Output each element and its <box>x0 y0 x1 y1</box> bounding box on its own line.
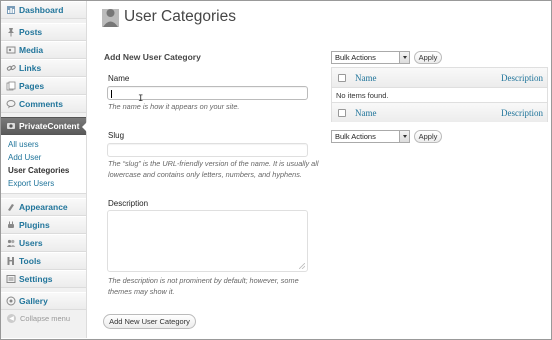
description-hint-line-1: The description is not prominent by defa… <box>108 276 299 285</box>
dashboard-icon <box>5 5 16 16</box>
sidebar-item-label: Plugins <box>19 220 50 230</box>
table-header: Name Description <box>332 68 547 88</box>
submenu-item-all-users[interactable]: All users <box>1 138 86 151</box>
privatecontent-submenu: All users Add User User Categories Expor… <box>1 135 86 194</box>
sidebar-item-label: Pages <box>19 81 45 91</box>
gallery-icon <box>5 296 16 307</box>
submenu-item-export-users[interactable]: Export Users <box>1 177 86 190</box>
sidebar-item-label: PrivateContent <box>19 121 80 131</box>
sidebar-item-gallery[interactable]: Gallery <box>1 292 86 310</box>
select-all-checkbox-footer[interactable] <box>338 109 346 117</box>
sidebar-item-settings[interactable]: Settings <box>1 270 86 288</box>
column-footer-name[interactable]: Name <box>355 108 377 118</box>
chevron-down-icon <box>399 131 409 142</box>
page-icon <box>5 81 16 92</box>
collapse-menu-button[interactable]: ◀ Collapse menu <box>1 310 86 323</box>
link-icon <box>5 63 16 74</box>
collapse-menu-label: Collapse menu <box>20 314 71 323</box>
pushpin-icon <box>5 27 16 38</box>
table-footer: Name Description <box>332 102 547 122</box>
sidebar-item-label: Comments <box>19 99 63 109</box>
sidebar-item-users[interactable]: Users <box>1 234 86 252</box>
column-header-description[interactable]: Description <box>501 73 543 83</box>
sidebar-item-label: Appearance <box>19 202 68 212</box>
slug-input[interactable] <box>107 143 308 157</box>
sidebar-item-pages[interactable]: Pages <box>1 77 86 95</box>
column-footer-description[interactable]: Description <box>501 108 543 118</box>
submenu-item-add-user[interactable]: Add User <box>1 151 86 164</box>
sidebar-item-tools[interactable]: Tools <box>1 252 86 270</box>
sidebar-item-media[interactable]: Media <box>1 41 86 59</box>
column-header-name[interactable]: Name <box>355 73 377 83</box>
bulk-actions-selected: Bulk Actions <box>335 132 376 141</box>
add-new-category-button[interactable]: Add New User Category <box>103 314 196 329</box>
apply-button-top[interactable]: Apply <box>414 51 442 64</box>
bulk-actions-select-top[interactable]: Bulk Actions <box>331 51 410 64</box>
media-icon <box>5 45 16 56</box>
slug-hint-line-2: lowercase and contains only letters, num… <box>108 170 302 179</box>
apply-button-bottom[interactable]: Apply <box>414 130 442 143</box>
sidebar-item-label: Gallery <box>19 296 48 306</box>
sidebar-item-label: Links <box>19 63 42 73</box>
sidebar-item-label: Settings <box>19 274 53 284</box>
sidebar-item-links[interactable]: Links <box>1 59 86 77</box>
private-content-icon <box>5 121 16 132</box>
sidebar-item-label: Users <box>19 238 43 248</box>
resize-grip-icon[interactable] <box>299 263 305 269</box>
sidebar-item-posts[interactable]: Posts <box>1 23 86 41</box>
admin-sidebar: Dashboard Posts Media Links Pages Commen… <box>1 1 87 338</box>
sidebar-item-label: Posts <box>19 27 43 37</box>
plugin-icon <box>5 220 16 231</box>
submenu-item-user-categories[interactable]: User Categories <box>1 164 86 177</box>
bulk-actions-select-bottom[interactable]: Bulk Actions <box>331 130 410 143</box>
table-row-empty: No items found. <box>332 88 547 102</box>
sidebar-item-plugins[interactable]: Plugins <box>1 216 86 234</box>
collapse-arrow-icon: ◀ <box>7 314 16 323</box>
description-textarea[interactable] <box>107 210 308 272</box>
page-title: User Categories <box>124 8 236 25</box>
tools-icon <box>5 256 16 267</box>
chevron-down-icon <box>399 52 409 63</box>
sidebar-item-label: Tools <box>19 256 42 266</box>
name-label: Name <box>108 74 130 83</box>
users-page-icon <box>102 5 119 27</box>
sidebar-item-comments[interactable]: Comments <box>1 95 86 113</box>
bulk-actions-selected: Bulk Actions <box>335 53 376 62</box>
appearance-icon <box>5 202 16 213</box>
slug-hint-line-1: The “slug” is the URL-friendly version o… <box>108 159 319 168</box>
sidebar-item-dashboard[interactable]: Dashboard <box>1 1 86 19</box>
select-all-checkbox[interactable] <box>338 74 346 82</box>
sidebar-item-label: Media <box>19 45 44 55</box>
sidebar-item-appearance[interactable]: Appearance <box>1 198 86 216</box>
description-label: Description <box>108 199 149 208</box>
settings-icon <box>5 274 16 285</box>
add-new-heading: Add New User Category <box>104 52 201 62</box>
sidebar-item-label: Dashboard <box>19 5 64 15</box>
description-hint-line-2: themes may show it. <box>108 287 175 296</box>
categories-table: Name Description No items found. Name De… <box>331 67 548 122</box>
text-caret <box>111 90 112 98</box>
name-hint: The name is how it appears on your site. <box>108 102 240 111</box>
comment-icon <box>5 99 16 110</box>
slug-label: Slug <box>108 131 125 140</box>
sidebar-item-privatecontent[interactable]: PrivateContent <box>1 117 87 135</box>
users-icon <box>5 238 16 249</box>
